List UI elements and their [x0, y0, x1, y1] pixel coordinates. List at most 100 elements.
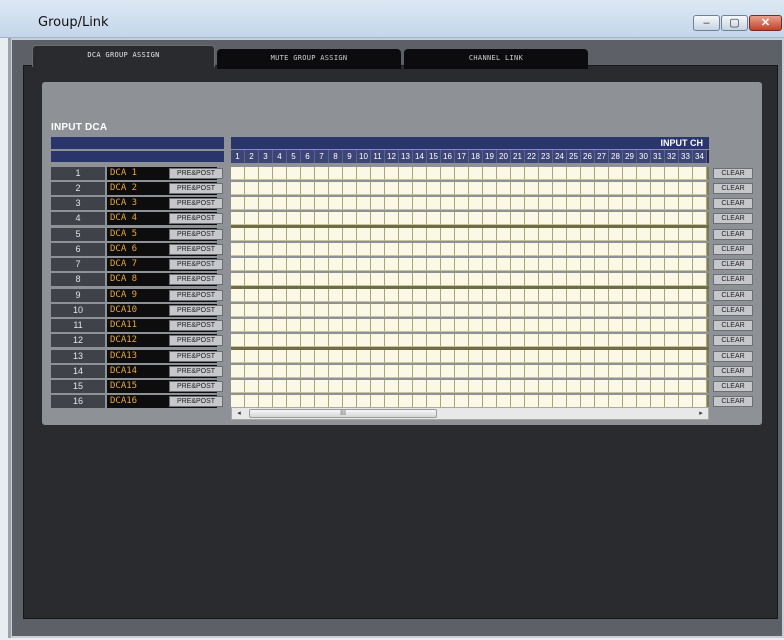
- assign-cell[interactable]: [301, 197, 315, 210]
- assign-cell[interactable]: [511, 258, 525, 271]
- assign-cell[interactable]: [441, 258, 455, 271]
- assign-cell[interactable]: [637, 273, 651, 286]
- assign-cell[interactable]: [497, 228, 511, 241]
- assign-cell[interactable]: [273, 273, 287, 286]
- assign-cell[interactable]: [413, 258, 427, 271]
- assign-cell[interactable]: [399, 258, 413, 271]
- assign-cell[interactable]: [511, 167, 525, 180]
- assign-cell[interactable]: [427, 319, 441, 332]
- assign-cell[interactable]: [455, 273, 469, 286]
- assign-cell[interactable]: [231, 273, 245, 286]
- tab-mute-group-assign[interactable]: MUTE GROUP ASSIGN: [217, 49, 401, 69]
- assign-cell[interactable]: [623, 304, 637, 317]
- assign-cell[interactable]: [315, 334, 329, 347]
- assign-cell[interactable]: [469, 365, 483, 378]
- assign-cell[interactable]: [483, 273, 497, 286]
- assign-cell[interactable]: [665, 167, 679, 180]
- assign-cell[interactable]: [595, 380, 609, 393]
- assign-cell[interactable]: [385, 243, 399, 256]
- assign-cell[interactable]: [679, 243, 693, 256]
- assign-cell[interactable]: [483, 167, 497, 180]
- scroll-right-icon[interactable]: ▸: [694, 408, 708, 419]
- assign-cell[interactable]: [455, 167, 469, 180]
- assign-cell[interactable]: [273, 350, 287, 363]
- assign-cell[interactable]: [511, 212, 525, 225]
- assign-cell[interactable]: [623, 258, 637, 271]
- assign-cell[interactable]: [609, 319, 623, 332]
- assign-cell[interactable]: [483, 212, 497, 225]
- assign-cell[interactable]: [259, 380, 273, 393]
- assign-cell[interactable]: [525, 228, 539, 241]
- assign-cell[interactable]: [455, 243, 469, 256]
- assign-cell[interactable]: [483, 365, 497, 378]
- assign-cell[interactable]: [357, 350, 371, 363]
- assign-cell[interactable]: [399, 319, 413, 332]
- assign-cell[interactable]: [651, 334, 665, 347]
- assign-cell[interactable]: [595, 319, 609, 332]
- assign-cell[interactable]: [637, 304, 651, 317]
- assign-cell[interactable]: [497, 380, 511, 393]
- assign-cell[interactable]: [469, 212, 483, 225]
- assign-cell[interactable]: [273, 319, 287, 332]
- assign-cell[interactable]: [357, 167, 371, 180]
- assign-cell[interactable]: [231, 212, 245, 225]
- assign-cell[interactable]: [693, 243, 707, 256]
- assign-cell[interactable]: [259, 334, 273, 347]
- assign-cell[interactable]: [525, 243, 539, 256]
- assign-cell[interactable]: [413, 319, 427, 332]
- assign-cell[interactable]: [371, 197, 385, 210]
- assign-cell[interactable]: [399, 212, 413, 225]
- assign-cell[interactable]: [413, 212, 427, 225]
- assign-cell[interactable]: [413, 334, 427, 347]
- assign-cell[interactable]: [301, 228, 315, 241]
- assign-cell[interactable]: [455, 319, 469, 332]
- assign-cell[interactable]: [259, 182, 273, 195]
- assign-cell[interactable]: [581, 304, 595, 317]
- assign-cell[interactable]: [553, 380, 567, 393]
- clear-button[interactable]: CLEAR: [713, 335, 753, 346]
- assign-cell[interactable]: [427, 228, 441, 241]
- assign-cell[interactable]: [637, 228, 651, 241]
- clear-button[interactable]: CLEAR: [713, 305, 753, 316]
- assign-cell[interactable]: [679, 380, 693, 393]
- assign-cell[interactable]: [287, 228, 301, 241]
- assign-cell[interactable]: [469, 380, 483, 393]
- assign-cell[interactable]: [399, 167, 413, 180]
- assign-cell[interactable]: [427, 167, 441, 180]
- assign-cell[interactable]: [329, 334, 343, 347]
- assign-cell[interactable]: [231, 243, 245, 256]
- assign-cell[interactable]: [413, 228, 427, 241]
- assign-cell[interactable]: [595, 212, 609, 225]
- assign-cell[interactable]: [581, 365, 595, 378]
- assign-cell[interactable]: [651, 182, 665, 195]
- assign-cell[interactable]: [385, 304, 399, 317]
- assign-cell[interactable]: [259, 365, 273, 378]
- pre-post-button[interactable]: PRE&POST: [169, 213, 223, 224]
- assign-cell[interactable]: [567, 334, 581, 347]
- assign-cell[interactable]: [497, 365, 511, 378]
- assign-cell[interactable]: [679, 197, 693, 210]
- assign-cell[interactable]: [623, 182, 637, 195]
- minimize-button[interactable]: –: [693, 15, 720, 31]
- assign-cell[interactable]: [539, 243, 553, 256]
- assign-cell[interactable]: [651, 350, 665, 363]
- assign-cell[interactable]: [539, 273, 553, 286]
- assign-cell[interactable]: [385, 273, 399, 286]
- assign-cell[interactable]: [483, 334, 497, 347]
- assign-cell[interactable]: [693, 365, 707, 378]
- clear-button[interactable]: CLEAR: [713, 381, 753, 392]
- assign-cell[interactable]: [357, 365, 371, 378]
- assign-cell[interactable]: [539, 258, 553, 271]
- assign-cell[interactable]: [469, 319, 483, 332]
- assign-cell[interactable]: [581, 380, 595, 393]
- assign-cell[interactable]: [357, 319, 371, 332]
- assign-cell[interactable]: [427, 334, 441, 347]
- assign-cell[interactable]: [665, 228, 679, 241]
- assign-cell[interactable]: [693, 258, 707, 271]
- assign-cell[interactable]: [385, 350, 399, 363]
- assign-cell[interactable]: [665, 350, 679, 363]
- assign-cell[interactable]: [553, 212, 567, 225]
- assign-cell[interactable]: [427, 197, 441, 210]
- assign-cell[interactable]: [511, 182, 525, 195]
- assign-cell[interactable]: [651, 289, 665, 302]
